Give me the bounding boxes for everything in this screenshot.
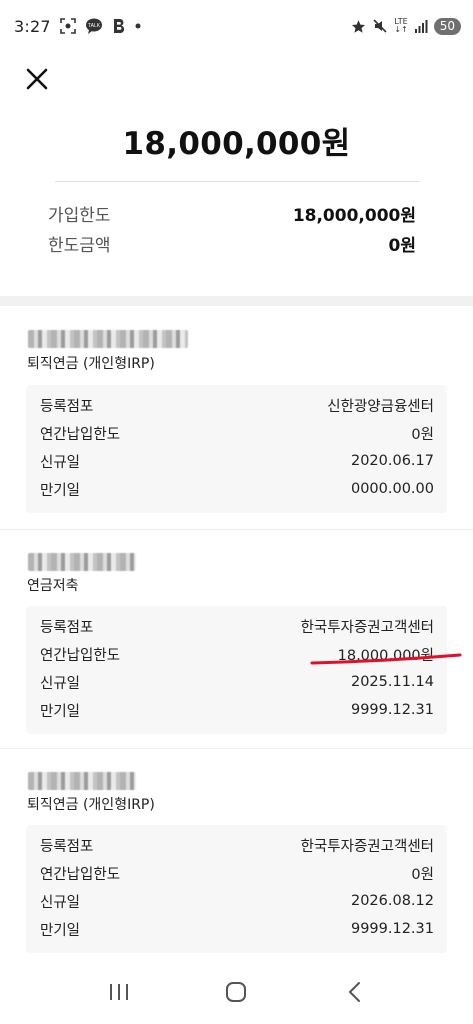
divider (55, 181, 419, 182)
detail-row-branch: 등록점포 신한광양금융센터 (40, 391, 434, 419)
detail-row-branch: 등록점포 한국투자증권고객센터 (40, 831, 434, 859)
detail-label: 연간납입한도 (40, 647, 121, 664)
account-type: 퇴직연금 (개인형IRP) (27, 797, 155, 813)
navigation-bar (0, 960, 473, 1024)
back-icon (349, 982, 361, 1002)
detail-value: 한국투자증권고객센터 (300, 619, 434, 636)
back-button[interactable] (334, 972, 374, 1012)
account-detail-box: 등록점포 신한광양금융센터 연간납입한도 0원 신규일 2020.06.17 만기일 0… (26, 385, 447, 513)
detail-value: 신한광양금융센터 (327, 398, 434, 415)
star-icon (351, 19, 366, 34)
summary-value: 18,000,000원 (292, 205, 416, 226)
summary-value: 0원 (388, 235, 416, 256)
detail-row-open-date: 신규일 2025.11.14 (40, 668, 434, 696)
detail-row-annual-limit: 연간납입한도 0원 (40, 859, 434, 887)
account-detail-box: 등록점포 한국투자증권고객센터 연간납입한도 18,000,000원 신규일 2025… (26, 606, 447, 734)
detail-label: 신규일 (40, 454, 81, 471)
detail-value: 한국투자증권고객센터 (300, 838, 434, 855)
detail-value: 2026.08.12 (350, 893, 434, 909)
account-detail-box: 등록점포 한국투자증권고객센터 연간납입한도 0원 신규일 2026.08.12 만기… (26, 825, 447, 953)
status-bar: 3:27 TALK LTE ↓↑ 50 (0, 0, 473, 52)
detail-label: 등록점포 (40, 838, 94, 855)
close-icon (26, 68, 48, 90)
detail-row-branch: 등록점포 한국투자증권고객센터 (40, 612, 434, 640)
detail-label: 만기일 (40, 922, 81, 939)
svg-text:TALK: TALK (88, 23, 101, 29)
account-number-redacted (28, 553, 136, 571)
summary-label: 한도금액 (48, 235, 111, 256)
battery-badge: 50 (433, 17, 461, 35)
detail-value: 2020.06.17 (350, 453, 434, 469)
detail-row-open-date: 신규일 2020.06.17 (40, 447, 434, 475)
detail-label: 연간납입한도 (40, 866, 121, 883)
detail-label: 만기일 (40, 703, 81, 720)
detail-label: 만기일 (40, 482, 81, 499)
detail-value: 0원 (411, 866, 434, 883)
detail-value: 2025.11.14 (350, 674, 434, 690)
mute-icon (372, 18, 388, 34)
account-number-redacted (28, 772, 136, 790)
detail-label: 등록점포 (40, 398, 94, 415)
talk-icon: TALK (85, 18, 103, 34)
signal-icon (414, 19, 428, 33)
detail-row-open-date: 신규일 2026.08.12 (40, 887, 434, 915)
detail-row-annual-limit: 연간납입한도 18,000,000원 (40, 640, 434, 668)
detail-label: 등록점포 (40, 619, 94, 636)
home-icon (226, 982, 247, 1002)
section-separator (0, 296, 473, 306)
screenshot-icon (59, 18, 76, 34)
dot-icon (135, 23, 141, 29)
account-separator (0, 529, 473, 530)
detail-label: 신규일 (40, 894, 81, 911)
account-type: 퇴직연금 (개인형IRP) (27, 356, 155, 372)
detail-row-maturity-date: 만기일 0000.00.00 (40, 475, 434, 503)
detail-value: 9999.12.31 (350, 921, 434, 937)
account-number-redacted (28, 330, 188, 348)
recent-apps-icon (109, 984, 128, 1000)
detail-value: 9999.12.31 (350, 702, 434, 718)
detail-value: 0원 (411, 426, 434, 443)
detail-row-maturity-date: 만기일 9999.12.31 (40, 696, 434, 724)
home-button[interactable] (216, 972, 256, 1012)
b-app-icon (112, 18, 126, 34)
account-separator (0, 748, 473, 749)
summary-row-join-limit: 가입한도 18,000,000원 (48, 198, 416, 228)
account-type: 연금저축 (27, 578, 79, 594)
detail-row-annual-limit: 연간납입한도 0원 (40, 419, 434, 447)
detail-label: 연간납입한도 (40, 426, 121, 443)
detail-value: 18,000,000원 (337, 647, 434, 664)
summary-label: 가입한도 (48, 205, 111, 226)
close-button[interactable] (22, 64, 52, 94)
detail-label: 신규일 (40, 675, 81, 692)
detail-row-maturity-date: 만기일 9999.12.31 (40, 915, 434, 943)
lte-indicator: LTE ↓↑ (394, 17, 408, 34)
status-time: 3:27 (14, 16, 51, 36)
recent-apps-button[interactable] (99, 972, 139, 1012)
detail-value: 0000.00.00 (350, 481, 434, 497)
summary-row-limit-amount: 한도금액 0원 (48, 228, 416, 258)
total-amount: 18,000,000원 (122, 126, 351, 162)
